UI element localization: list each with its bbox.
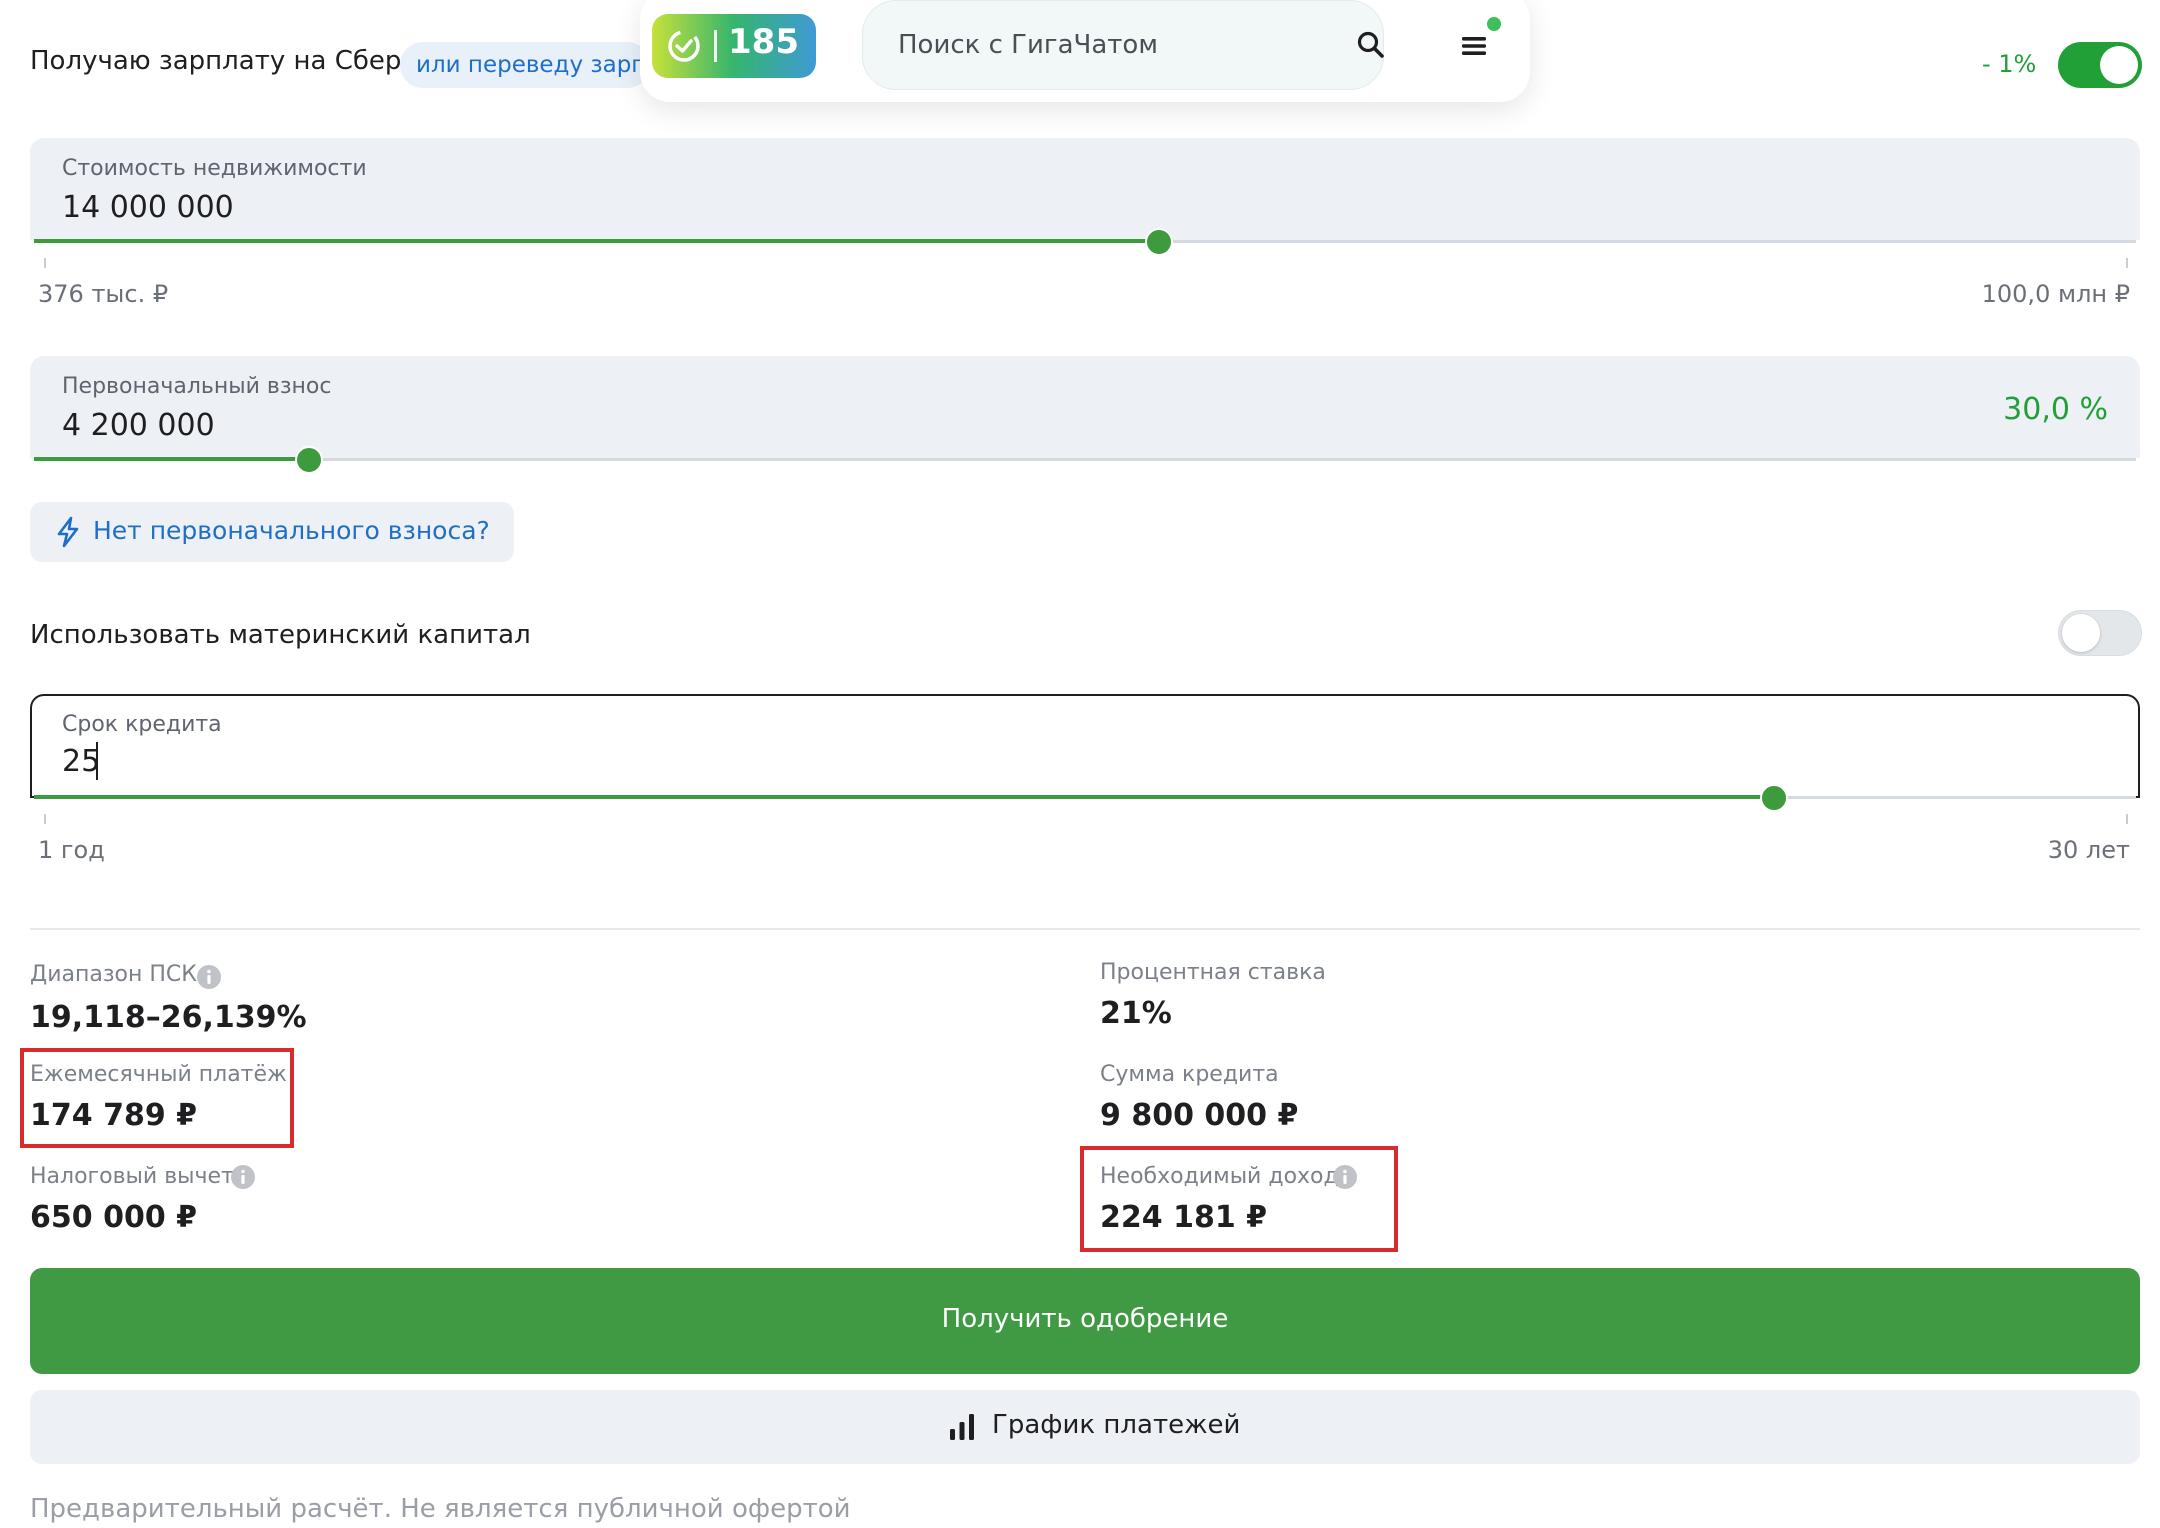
salary-transfer-link[interactable]: или переведу зарплату [400,42,650,88]
section-divider [30,928,2140,930]
down-payment-label: Первоначальный взнос [62,374,332,399]
check-circle-icon [668,30,700,62]
property-price-track-fill [34,239,1159,243]
loan-amount-label: Сумма кредита [1100,1062,1279,1087]
down-payment-field[interactable] [30,356,2140,458]
property-price-slider-thumb[interactable] [1144,228,1173,256]
loan-term-label: Срок кредита [62,712,222,737]
badge-number: 185 [728,22,799,62]
salary-discount: - 1% [1982,50,2037,78]
down-payment-slider-thumb[interactable] [295,446,324,474]
highlight-box [20,1048,294,1148]
property-price-label: Стоимость недвижимости [62,156,367,181]
down-payment-value: 4 200 000 [62,408,215,443]
search-placeholder: Поиск с ГигаЧатом [898,30,1158,60]
loan-amount-value: 9 800 000 ₽ [1100,1098,1299,1133]
lightning-icon [57,516,79,548]
text-cursor [96,742,98,780]
search-icon[interactable] [1356,30,1386,60]
loan-term-slider-thumb[interactable] [1760,784,1789,812]
property-price-field[interactable] [30,138,2140,240]
interest-rate-label: Процентная ставка [1100,960,1326,985]
bar-chart-icon [950,1414,974,1440]
tax-deduction-value: 650 000 ₽ [30,1200,198,1235]
down-payment-percent: 30,0 % [2003,392,2108,427]
toggle-knob [2100,46,2138,84]
notification-dot [1487,17,1501,31]
property-price-max: 100,0 млн ₽ [1981,280,2130,308]
tax-deduction-label: Налоговый вычет [30,1164,234,1189]
maternity-capital-label: Использовать материнский капитал [30,620,531,650]
psk-label: Диапазон ПСК [30,962,197,987]
payment-schedule-label: График платежей [992,1410,1241,1440]
interest-rate-value: 21% [1100,996,1172,1031]
salary-label: Получаю зарплату на Сбер [30,46,402,76]
loan-term-max: 30 лет [2047,836,2130,864]
range-tick [2126,258,2128,268]
toggle-knob [2062,614,2100,652]
property-price-min: 376 тыс. ₽ [38,280,169,308]
loan-term-field[interactable] [30,694,2140,798]
info-icon[interactable] [230,1164,256,1190]
salary-toggle[interactable] [2058,42,2142,88]
menu-icon[interactable] [1460,34,1488,58]
range-tick [2126,814,2128,824]
property-price-value: 14 000 000 [62,190,234,225]
no-down-payment-label: Нет первоначального взноса? [93,516,490,545]
loan-term-min: 1 год [38,836,105,864]
badge-separator [714,30,717,62]
down-payment-track-fill [34,457,310,461]
down-payment-track [34,458,2136,461]
get-approval-button[interactable]: Получить одобрение [30,1268,2140,1374]
info-icon[interactable] [196,964,222,990]
range-tick [44,258,46,268]
loan-term-value[interactable]: 25 [62,744,100,779]
loan-term-track-fill [34,795,1775,799]
psk-value: 19,118–26,139% [30,1000,307,1035]
get-approval-label: Получить одобрение [941,1304,1229,1334]
highlight-box [1080,1146,1398,1252]
range-tick [44,814,46,824]
disclaimer-text: Предварительный расчёт. Не является публ… [30,1494,851,1524]
maternity-capital-toggle[interactable] [2058,610,2142,656]
